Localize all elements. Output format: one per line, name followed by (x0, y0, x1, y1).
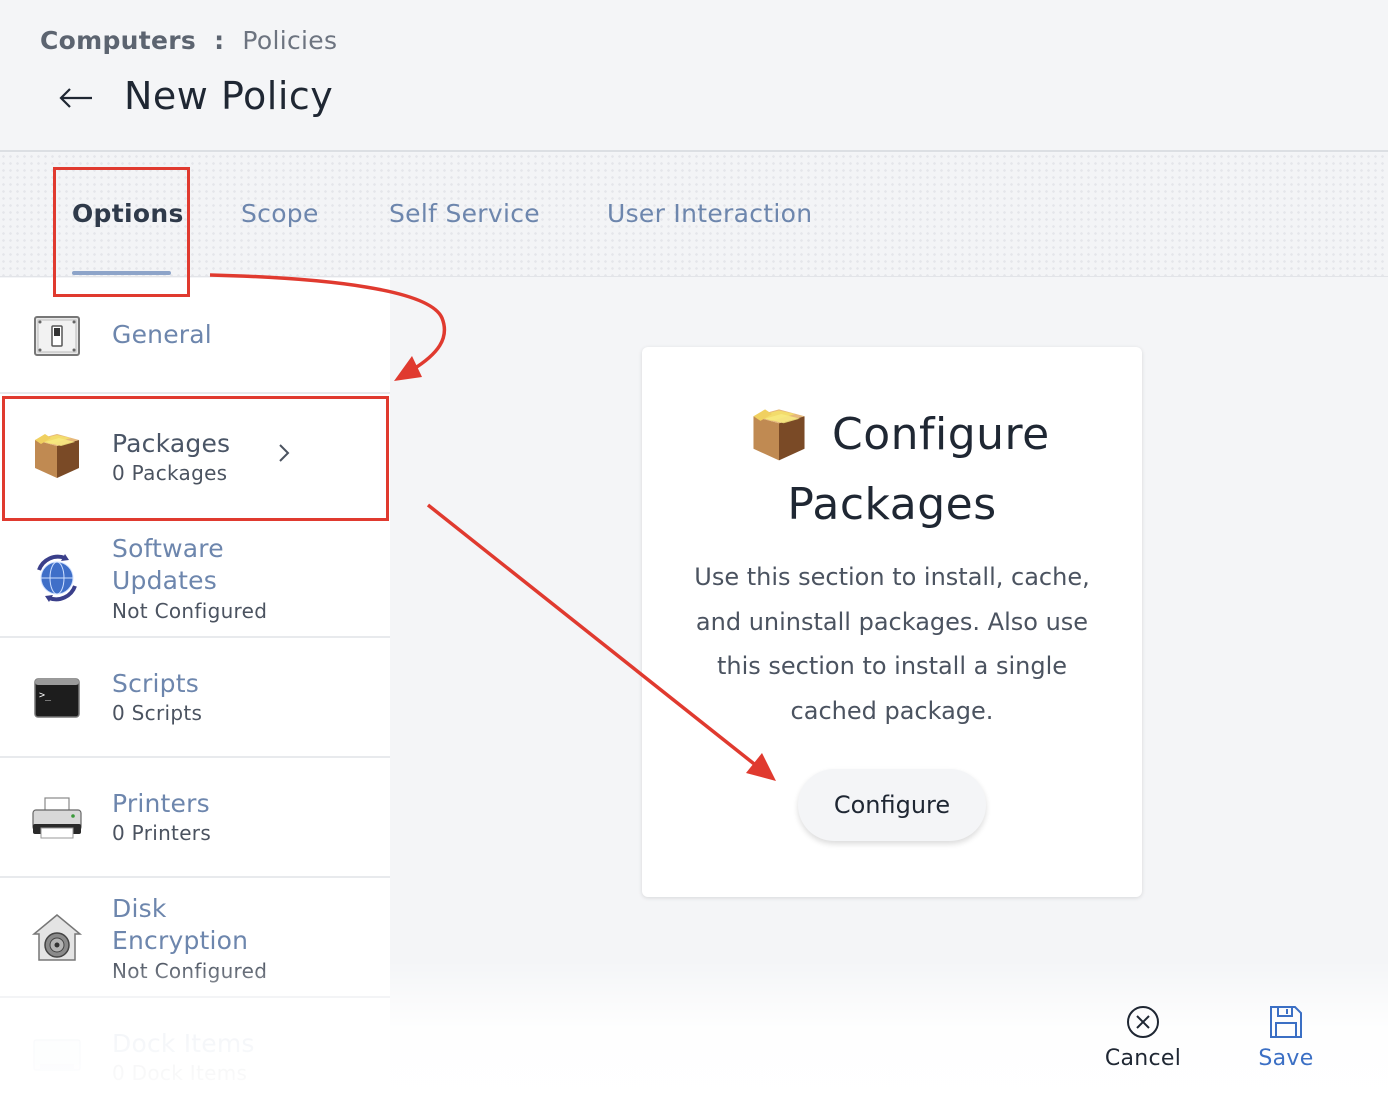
close-circle-icon (1100, 1004, 1186, 1042)
switch-icon (30, 309, 84, 363)
sidebar-item-status: Not Configured (112, 959, 268, 983)
sidebar-item-status: Not Configured (112, 599, 268, 623)
card-title: Configure (832, 409, 1050, 460)
sidebar-item-label: Scripts (112, 669, 199, 698)
dock-icon (30, 1031, 84, 1085)
printer-icon (30, 791, 84, 845)
filevault-icon (30, 911, 84, 965)
floppy-disk-icon (1248, 1004, 1324, 1042)
policy-sidebar: General Packages 0 Packages Software Upd… (0, 278, 390, 1116)
card-title-line2: Packages (787, 479, 997, 530)
software-update-icon (30, 551, 84, 605)
card-description: Use this section to install, cache, and … (694, 563, 1090, 725)
cancel-label: Cancel (1104, 1046, 1182, 1071)
package-box-icon (30, 430, 84, 484)
svg-text:>_: >_ (39, 690, 52, 701)
sidebar-item-label: General (112, 320, 212, 349)
package-box-icon (748, 407, 810, 465)
sidebar-item-scripts[interactable]: >_ Scripts 0 Scripts (0, 638, 390, 758)
configure-button[interactable]: Configure (798, 769, 986, 841)
sidebar-item-label: Software (112, 534, 224, 563)
sidebar-item-label-line2: Encryption (112, 926, 249, 955)
sidebar-item-dock-items[interactable]: Dock Items 0 Dock Items (0, 998, 390, 1116)
page-title: New Policy (124, 74, 334, 118)
sidebar-item-software-updates[interactable]: Software Updates Not Configured (0, 518, 390, 638)
sidebar-item-packages[interactable]: Packages 0 Packages (0, 394, 390, 518)
sidebar-item-label: Packages (112, 429, 231, 458)
terminal-icon: >_ (30, 671, 84, 725)
sidebar-item-count: 0 Scripts (112, 701, 203, 725)
sidebar-item-general[interactable]: General (0, 278, 390, 394)
back-arrow-icon[interactable] (55, 78, 97, 118)
tab-self-service[interactable]: Self Service (389, 199, 540, 228)
save-button[interactable]: Save (1248, 1004, 1324, 1071)
sidebar-item-count: 0 Dock Items (112, 1061, 248, 1085)
page-header: Computers : Policies New Policy (0, 0, 1388, 152)
chevron-right-icon (276, 442, 292, 468)
configure-packages-card: Configure Packages Use this section to i… (642, 347, 1142, 897)
sidebar-item-label: Disk (112, 894, 167, 923)
sidebar-item-disk-encryption[interactable]: Disk Encryption Not Configured (0, 878, 390, 998)
sidebar-item-count: 0 Printers (112, 821, 212, 845)
save-label: Save (1258, 1046, 1314, 1071)
active-tab-indicator (72, 271, 171, 275)
breadcrumb-policies[interactable]: Policies (242, 26, 337, 55)
tab-options[interactable]: Options (72, 199, 184, 228)
breadcrumb-computers[interactable]: Computers (40, 26, 196, 55)
breadcrumb-separator: : (214, 26, 225, 55)
tab-bar: Options Scope Self Service User Interact… (0, 153, 1388, 277)
sidebar-item-label-line2: Updates (112, 566, 217, 595)
cancel-button[interactable]: Cancel (1100, 1004, 1186, 1071)
sidebar-item-label: Dock Items (112, 1029, 255, 1058)
sidebar-item-printers[interactable]: Printers 0 Printers (0, 758, 390, 878)
sidebar-item-label: Printers (112, 789, 210, 818)
tab-scope[interactable]: Scope (241, 199, 319, 228)
tab-user-interaction[interactable]: User Interaction (607, 199, 812, 228)
sidebar-item-count: 0 Packages (112, 461, 228, 485)
breadcrumb: Computers : Policies (40, 26, 337, 55)
